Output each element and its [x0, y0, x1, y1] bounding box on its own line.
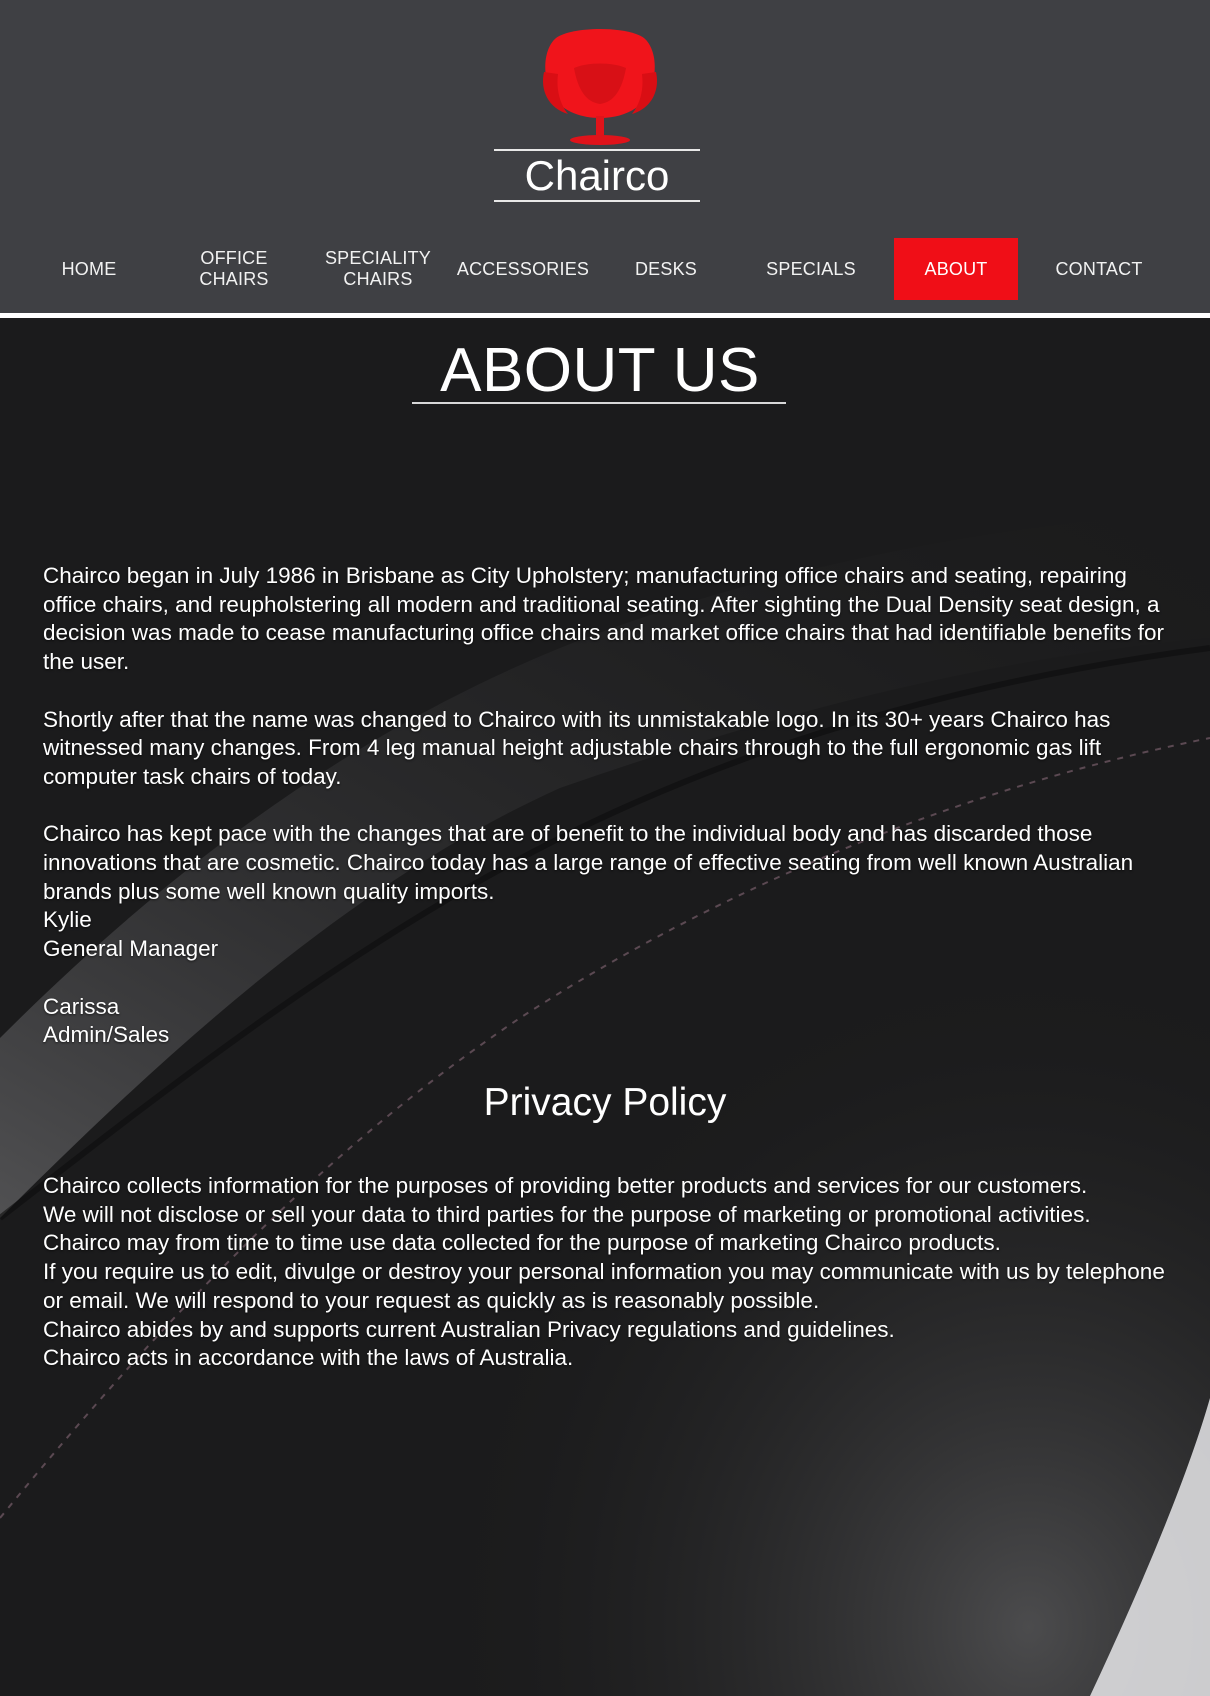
staff-name: Carissa — [43, 993, 120, 1019]
privacy-line: We will not disclose or sell your data t… — [43, 1201, 1091, 1227]
staff-role: General Manager — [43, 936, 219, 962]
red-swan-chair-icon — [543, 29, 657, 145]
staff-role: Admin/Sales — [43, 1022, 170, 1048]
logo-rule-top — [494, 149, 700, 151]
nav-item-speciality-chairs[interactable]: SPECIALITY CHAIRS — [318, 238, 438, 300]
nav-item-office-chairs[interactable]: OFFICE CHAIRS — [170, 238, 298, 300]
privacy-line: Chairco acts in accordance with the laws… — [43, 1345, 574, 1371]
nav-item-desks[interactable]: DESKS — [614, 238, 718, 300]
nav-item-contact[interactable]: CONTACT — [1040, 238, 1158, 300]
nav-item-accessories[interactable]: ACCESSORIES — [454, 238, 592, 300]
about-text: Chairco began in July 1986 in Brisbane a… — [43, 562, 1178, 1050]
title-underline — [412, 402, 786, 404]
about-paragraph: Shortly after that the name was changed … — [43, 706, 1111, 789]
brand-name: Chairco — [524, 152, 670, 199]
privacy-line: Chairco may from time to time use data c… — [43, 1230, 1001, 1256]
privacy-line: Chairco abides by and supports current A… — [43, 1316, 895, 1342]
about-content: ABOUT US Chairco began in July 1986 in B… — [0, 318, 1210, 1696]
nav-item-about[interactable]: ABOUT — [894, 238, 1018, 300]
nav-item-home[interactable]: HOME — [38, 238, 140, 300]
page-title: ABOUT US — [440, 336, 760, 405]
main-nav: HOME OFFICE CHAIRS SPECIALITY CHAIRS ACC… — [0, 238, 1210, 300]
privacy-line: Chairco collects information for the pur… — [43, 1173, 1088, 1198]
about-paragraph: Chairco has kept pace with the changes t… — [43, 821, 1134, 904]
privacy-line: If you require us to edit, divulge or de… — [43, 1259, 1165, 1313]
about-paragraph: Chairco began in July 1986 in Brisbane a… — [43, 563, 1165, 675]
logo-rule-bottom — [494, 200, 700, 202]
privacy-text: Chairco collects information for the pur… — [43, 1172, 1178, 1373]
site-header: Chairco HOME OFFICE CHAIRS SPECIALITY CH… — [0, 0, 1210, 313]
chairco-logo[interactable]: Chairco — [494, 28, 706, 208]
nav-item-specials[interactable]: SPECIALS — [748, 238, 874, 300]
privacy-policy-heading: Privacy Policy — [483, 1081, 727, 1124]
staff-name: Kylie — [43, 907, 92, 933]
